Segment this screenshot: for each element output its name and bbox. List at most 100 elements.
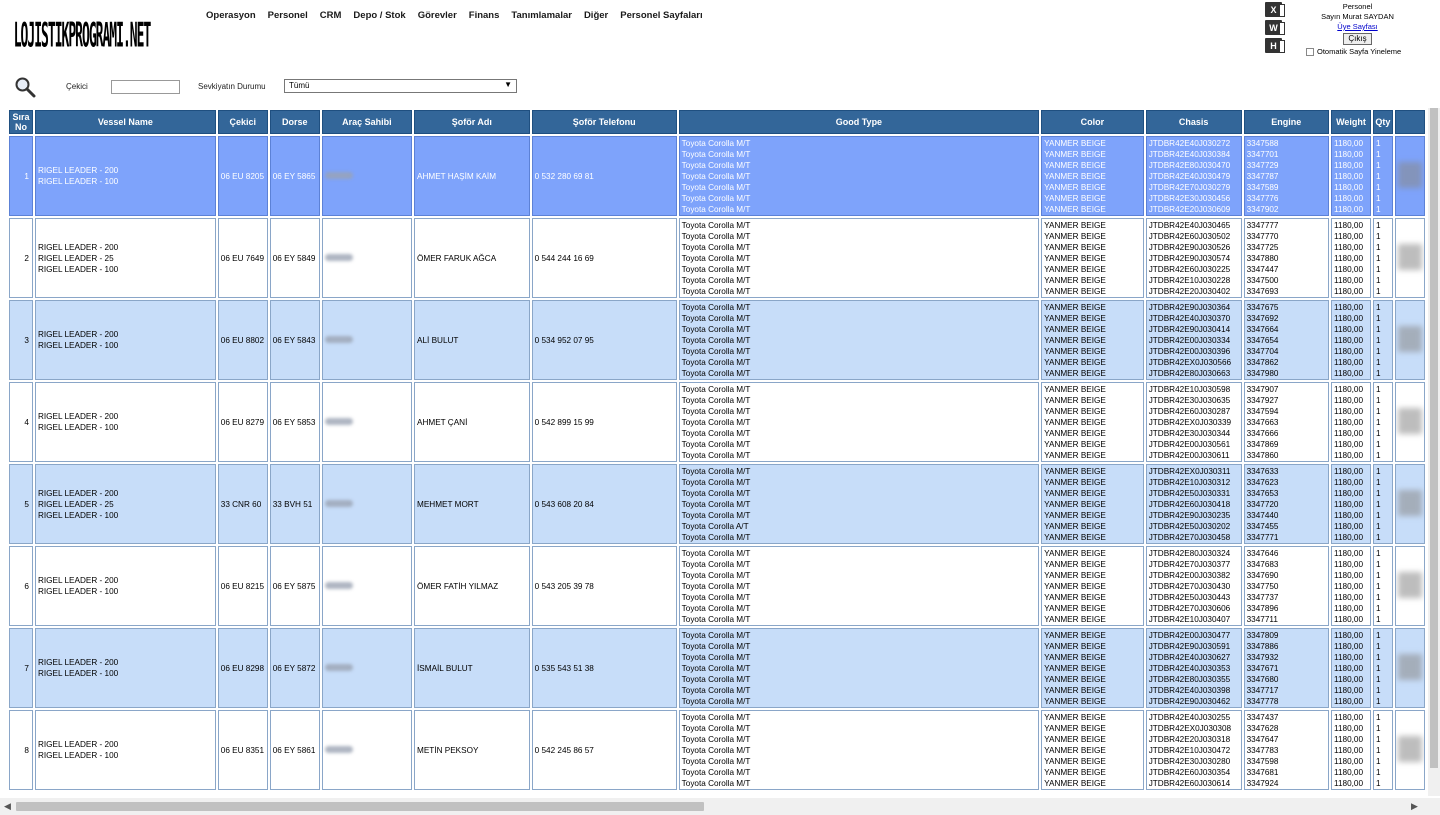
- cell-line: 3347437: [1246, 713, 1279, 722]
- qty-cell: 1 1 1 1 1 1 1: [1372, 300, 1393, 380]
- auto-refresh-checkbox[interactable]: [1306, 48, 1314, 56]
- table-row[interactable]: 1 RIGEL LEADER - 200 RIGEL LEADER - 100 06 …: [9, 136, 1425, 216]
- scroll-right-icon[interactable]: ▶: [1411, 801, 1418, 812]
- menu-item-2[interactable]: CRM: [314, 10, 348, 21]
- cell-line: 1: [1375, 139, 1381, 148]
- column-header-11[interactable]: Weight: [1331, 110, 1371, 134]
- cell-line: 1180,00: [1334, 522, 1364, 531]
- cell-line: RIGEL LEADER - 25: [37, 499, 114, 509]
- cell-line: 1: [1375, 500, 1381, 509]
- column-header-2[interactable]: Çekici: [217, 110, 268, 134]
- cell-line: Toyota Corolla M/T: [681, 675, 751, 684]
- table-row[interactable]: 3 RIGEL LEADER - 200 RIGEL LEADER - 100 06 …: [9, 300, 1425, 380]
- cell-line: 3347683: [1246, 560, 1279, 569]
- column-header-6[interactable]: Şoför Telefonu: [531, 110, 677, 134]
- redacted-extra-cell: [1394, 218, 1425, 298]
- profile-link[interactable]: Üye Sayfası: [1300, 22, 1415, 32]
- qty-cell: 1 1 1 1 1 1 1: [1372, 464, 1393, 544]
- cell-line: 3347980: [1246, 369, 1279, 378]
- cell-line: JTDBR42E00J030611: [1148, 451, 1230, 460]
- dorse-cell: 06 EY 5843: [269, 300, 320, 380]
- word-icon[interactable]: W: [1265, 20, 1285, 35]
- menu-item-7[interactable]: Diğer: [578, 10, 614, 21]
- logout-button[interactable]: Çıkış: [1343, 33, 1372, 45]
- menu-item-3[interactable]: Depo / Stok: [347, 10, 411, 21]
- vertical-scroll-thumb[interactable]: [1430, 108, 1438, 768]
- cell-line: 1: [1375, 194, 1381, 203]
- cell-line: 1180,00: [1334, 642, 1364, 651]
- cell-line: YANMER BEIGE: [1044, 511, 1106, 520]
- cell-line: 1: [1375, 467, 1381, 476]
- menu-item-6[interactable]: Tanımlamalar: [505, 10, 578, 21]
- column-header-3[interactable]: Dorse: [269, 110, 320, 134]
- table-row[interactable]: 5 RIGEL LEADER - 200 RIGEL LEADER - 25 RIGE…: [9, 464, 1425, 544]
- site-logo[interactable]: LOJISTIKPROGRAMI.NET: [14, 0, 152, 114]
- vertical-scrollbar[interactable]: [1428, 108, 1440, 796]
- qty-cell: 1 1 1 1 1 1 1: [1372, 546, 1393, 626]
- column-header-7[interactable]: Good Type: [678, 110, 1040, 134]
- driver-name-cell: MEHMET MORT: [414, 464, 530, 544]
- column-header-10[interactable]: Engine: [1243, 110, 1330, 134]
- cell-line: 1: [1375, 314, 1381, 323]
- cell-line: RIGEL LEADER - 200: [37, 242, 119, 252]
- redacted-owner: [324, 663, 353, 671]
- weight-cell: 1180,00 1180,00 1180,00 1180,00 1180,00 1180,…: [1331, 464, 1371, 544]
- cell-line: Toyota Corolla M/T: [681, 768, 751, 777]
- cell-line: YANMER BEIGE: [1044, 287, 1106, 296]
- owner-cell: [321, 464, 413, 544]
- cell-line: 1180,00: [1334, 183, 1364, 192]
- menu-item-1[interactable]: Personel: [262, 10, 314, 21]
- cell-line: JTDBR42E40J030465: [1148, 221, 1231, 230]
- column-header-8[interactable]: Color: [1041, 110, 1144, 134]
- cell-line: JTDBR42E20J030609: [1148, 205, 1231, 214]
- cell-line: YANMER BEIGE: [1044, 369, 1106, 378]
- excel-icon[interactable]: X: [1265, 2, 1285, 17]
- cell-line: JTDBR42E90J030526: [1148, 243, 1231, 252]
- scroll-left-icon[interactable]: ◀: [4, 801, 11, 812]
- cell-line: 1: [1375, 571, 1381, 580]
- horizontal-scrollbar[interactable]: ◀ ▶: [0, 798, 1440, 815]
- menu-item-0[interactable]: Operasyon: [200, 10, 262, 21]
- status-select[interactable]: Tümü ▼: [284, 79, 517, 93]
- cell-line: 1: [1375, 232, 1381, 241]
- html-icon[interactable]: H: [1265, 38, 1285, 53]
- column-header-1[interactable]: Vessel Name: [34, 110, 216, 134]
- redacted-image: [1397, 243, 1422, 270]
- table-row[interactable]: 2 RIGEL LEADER - 200 RIGEL LEADER - 25 RIGE…: [9, 218, 1425, 298]
- menu-item-8[interactable]: Personel Sayfaları: [614, 10, 708, 21]
- cell-line: Toyota Corolla M/T: [681, 161, 751, 170]
- column-header-9[interactable]: Chasis: [1145, 110, 1242, 134]
- column-header-12[interactable]: Qty: [1372, 110, 1393, 134]
- cell-line: Toyota Corolla M/T: [681, 593, 751, 602]
- cell-line: Toyota Corolla M/T: [681, 254, 751, 263]
- cell-line: Toyota Corolla M/T: [681, 396, 751, 405]
- menu-item-5[interactable]: Finans: [463, 10, 506, 21]
- column-header-5[interactable]: Şoför Adı: [414, 110, 530, 134]
- column-header-4[interactable]: Araç Sahibi: [321, 110, 413, 134]
- cell-line: RIGEL LEADER - 100: [37, 751, 119, 760]
- table-row[interactable]: 8 RIGEL LEADER - 200 RIGEL LEADER - 100 06 …: [9, 710, 1425, 790]
- weight-cell: 1180,00 1180,00 1180,00 1180,00 1180,00 1180,…: [1331, 300, 1371, 380]
- cell-line: JTDBR42E40J030398: [1148, 686, 1231, 695]
- cell-line: 3347783: [1246, 746, 1279, 755]
- column-header-0[interactable]: Sıra No: [9, 110, 33, 134]
- driver-name-cell: AHMET HAŞİM KAİM: [414, 136, 530, 216]
- cell-line: 3347455: [1246, 522, 1279, 531]
- cell-line: 1: [1375, 675, 1381, 684]
- menu-item-4[interactable]: Görevler: [412, 10, 463, 21]
- cell-line: 1: [1375, 686, 1381, 695]
- search-icon[interactable]: [14, 76, 36, 98]
- table-row[interactable]: 4 RIGEL LEADER - 200 RIGEL LEADER - 100 06 …: [9, 382, 1425, 462]
- cell-line: JTDBR42E10J030472: [1148, 746, 1231, 755]
- cell-line: YANMER BEIGE: [1044, 221, 1106, 230]
- dorse-cell: 33 BVH 51: [269, 464, 320, 544]
- cekici-input[interactable]: [111, 80, 180, 94]
- table-row[interactable]: 7 RIGEL LEADER - 200 RIGEL LEADER - 100 06 …: [9, 628, 1425, 708]
- horizontal-scroll-thumb[interactable]: [16, 802, 704, 811]
- cell-line: 1: [1375, 768, 1381, 777]
- table-row[interactable]: 6 RIGEL LEADER - 200 RIGEL LEADER - 100 06 …: [9, 546, 1425, 626]
- cell-line: 1180,00: [1334, 396, 1364, 405]
- vessel-name-cell: RIGEL LEADER - 200 RIGEL LEADER - 25 RIGEL…: [34, 464, 216, 544]
- cell-line: 1180,00: [1334, 205, 1364, 214]
- cell-line: Toyota Corolla M/T: [681, 511, 751, 520]
